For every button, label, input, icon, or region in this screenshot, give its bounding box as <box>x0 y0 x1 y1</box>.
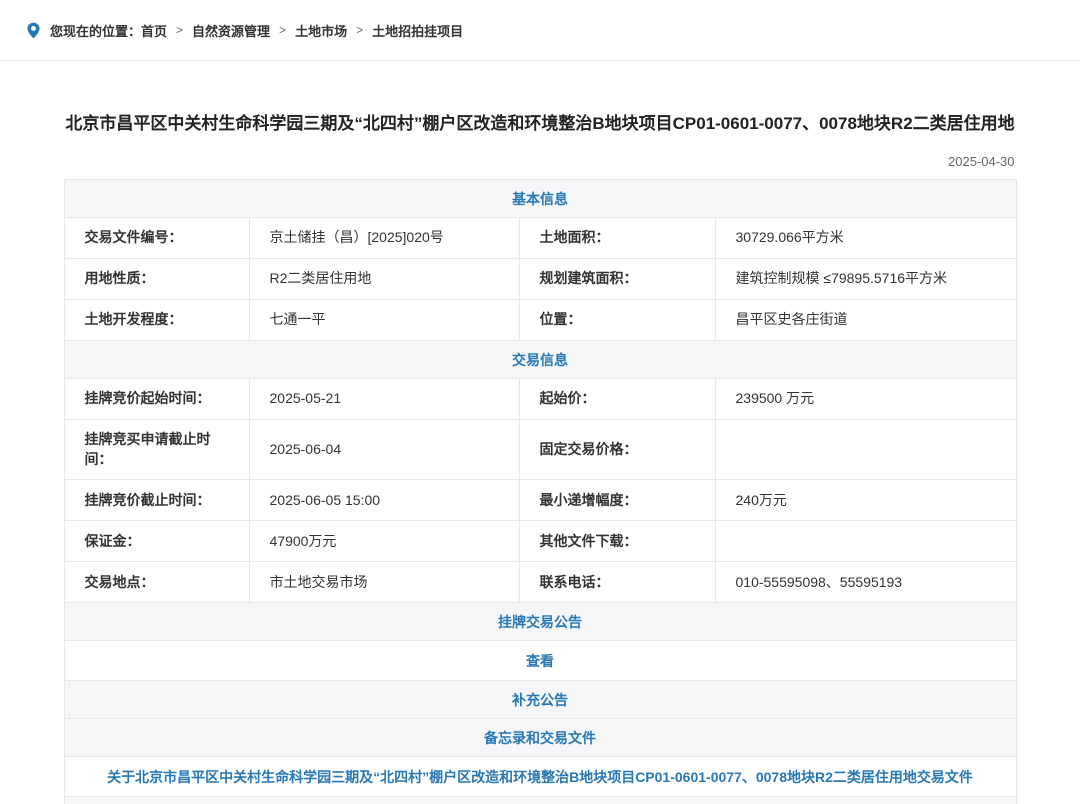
breadcrumb-label: 您现在的位置： <box>50 21 141 40</box>
announcement-row: 查看 <box>65 641 1016 681</box>
publish-date: 2025-04-30 <box>64 154 1015 169</box>
field-label: 保证金： <box>65 521 250 561</box>
field-value: 47900万元 <box>250 521 520 561</box>
table-row: 保证金： 47900万元 其他文件下载： <box>65 521 1016 562</box>
field-label: 挂牌竞价起始时间： <box>65 379 250 419</box>
field-value: 建筑控制规模 ≤79895.5716平方米 <box>716 259 1016 299</box>
table-row: 土地开发程度： 七通一平 位置： 昌平区史各庄街道 <box>65 300 1016 341</box>
field-label: 位置： <box>520 300 716 340</box>
table-row: 挂牌竞买申请截止时间： 2025-06-04 固定交易价格： <box>65 420 1016 480</box>
table-row: 用地性质： R2二类居住用地 规划建筑面积： 建筑控制规模 ≤79895.571… <box>65 259 1016 300</box>
field-label: 土地面积： <box>520 218 716 258</box>
field-label: 交易地点： <box>65 562 250 602</box>
main-content: 北京市昌平区中关村生命科学园三期及“北四村”棚户区改造和环境整治B地块项目CP0… <box>64 110 1017 804</box>
transaction-document-link[interactable]: 关于北京市昌平区中关村生命科学园三期及“北四村”棚户区改造和环境整治B地块项目C… <box>107 767 973 787</box>
field-value <box>716 420 1016 479</box>
field-value: 2025-06-05 15:00 <box>250 480 520 520</box>
field-label: 用地性质： <box>65 259 250 299</box>
field-label: 其他文件下载： <box>520 521 716 561</box>
field-value: 昌平区史各庄街道 <box>716 300 1016 340</box>
field-label: 交易文件编号： <box>65 218 250 258</box>
partial-section-row <box>65 797 1016 804</box>
section-header-listing-announcement: 挂牌交易公告 <box>65 603 1016 641</box>
breadcrumb-separator: > <box>176 23 183 37</box>
breadcrumb-item-home[interactable]: 首页 <box>141 21 167 40</box>
field-value: 2025-06-04 <box>250 420 520 479</box>
breadcrumb-item-natural-resources[interactable]: 自然资源管理 <box>192 21 270 40</box>
table-row: 交易地点： 市土地交易市场 联系电话： 010-55595098、5559519… <box>65 562 1016 603</box>
field-label: 联系电话： <box>520 562 716 602</box>
location-pin-icon <box>26 22 41 39</box>
field-value: 七通一平 <box>250 300 520 340</box>
breadcrumb-item-land-auction[interactable]: 土地招拍挂项目 <box>372 21 463 40</box>
table-row: 交易文件编号： 京土储挂（昌）[2025]020号 土地面积： 30729.06… <box>65 218 1016 259</box>
view-link[interactable]: 查看 <box>526 651 554 671</box>
section-header-transaction-info: 交易信息 <box>65 341 1016 379</box>
page-title: 北京市昌平区中关村生命科学园三期及“北四村”棚户区改造和环境整治B地块项目CP0… <box>64 110 1017 137</box>
field-label: 土地开发程度： <box>65 300 250 340</box>
field-value: R2二类居住用地 <box>250 259 520 299</box>
breadcrumb-separator: > <box>279 23 286 37</box>
document-row: 关于北京市昌平区中关村生命科学园三期及“北四村”棚户区改造和环境整治B地块项目C… <box>65 757 1016 797</box>
field-label: 挂牌竞买申请截止时间： <box>65 420 250 479</box>
field-label: 固定交易价格： <box>520 420 716 479</box>
field-label: 起始价： <box>520 379 716 419</box>
field-value: 240万元 <box>716 480 1016 520</box>
table-row: 挂牌竞价截止时间： 2025-06-05 15:00 最小递增幅度： 240万元 <box>65 480 1016 521</box>
land-info-table: 基本信息 交易文件编号： 京土储挂（昌）[2025]020号 土地面积： 307… <box>64 179 1017 804</box>
field-value: 京土储挂（昌）[2025]020号 <box>250 218 520 258</box>
table-row: 挂牌竞价起始时间： 2025-05-21 起始价： 239500 万元 <box>65 379 1016 420</box>
section-header-basic-info: 基本信息 <box>65 180 1016 218</box>
field-value: 2025-05-21 <box>250 379 520 419</box>
field-label: 规划建筑面积： <box>520 259 716 299</box>
field-value: 市土地交易市场 <box>250 562 520 602</box>
field-value: 239500 万元 <box>716 379 1016 419</box>
section-header-supplement-announcement: 补充公告 <box>65 681 1016 719</box>
section-header-memo-documents: 备忘录和交易文件 <box>65 719 1016 757</box>
field-value: 010-55595098、55595193 <box>716 562 1016 602</box>
field-label: 挂牌竞价截止时间： <box>65 480 250 520</box>
field-label: 最小递增幅度： <box>520 480 716 520</box>
field-value: 30729.066平方米 <box>716 218 1016 258</box>
breadcrumb-item-land-market[interactable]: 土地市场 <box>295 21 347 40</box>
field-value <box>716 521 1016 561</box>
breadcrumb-bar: 您现在的位置： 首页 > 自然资源管理 > 土地市场 > 土地招拍挂项目 <box>0 0 1080 61</box>
breadcrumb-separator: > <box>356 23 363 37</box>
breadcrumb: 您现在的位置： 首页 > 自然资源管理 > 土地市场 > 土地招拍挂项目 <box>50 21 463 40</box>
